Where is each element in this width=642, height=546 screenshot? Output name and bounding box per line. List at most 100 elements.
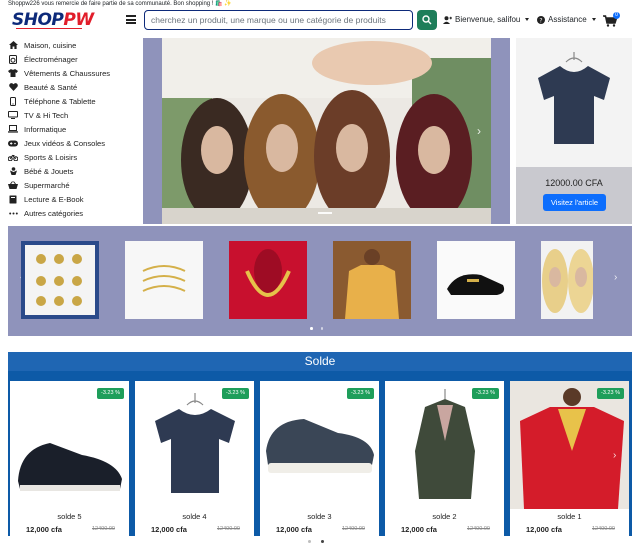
solde-product-name[interactable]: solde 5 bbox=[10, 512, 129, 521]
sidebar-item-vetements[interactable]: Vêtements & Chaussures bbox=[8, 66, 142, 80]
sidebar-item-lecture[interactable]: Lecture & E-Book bbox=[8, 192, 142, 206]
solde-product-image bbox=[260, 381, 379, 509]
carousel-item-loafers[interactable] bbox=[437, 241, 515, 319]
featured-product-footer: 12000.00 CFA Visitez l'article bbox=[516, 167, 632, 224]
carousel-indicator[interactable] bbox=[310, 327, 313, 330]
hero-carousel-indicators bbox=[318, 212, 332, 214]
discount-badge: -3.23 % bbox=[472, 388, 499, 399]
carousel-item-earrings[interactable] bbox=[21, 241, 99, 319]
appliance-icon bbox=[8, 54, 18, 64]
solde-product-image bbox=[385, 381, 504, 509]
sidebar-item-supermarche[interactable]: Supermarché bbox=[8, 178, 142, 192]
baby-icon bbox=[8, 167, 18, 176]
solde-product-image bbox=[510, 381, 629, 509]
sidebar-item-informatique[interactable]: Informatique bbox=[8, 122, 142, 136]
solde-product-image bbox=[135, 381, 254, 509]
assistance-menu[interactable]: ? Assistance bbox=[537, 15, 596, 24]
solde-card[interactable]: -3.23 % solde 3 12,000 cfa 12400.00 bbox=[260, 381, 379, 536]
carousel-indicators bbox=[310, 327, 323, 330]
solde-product-price: 12,000 cfa bbox=[276, 525, 312, 534]
solde-product-name[interactable]: solde 2 bbox=[385, 512, 504, 521]
carousel-item-bracelets[interactable] bbox=[125, 241, 203, 319]
solde-product-name[interactable]: solde 1 bbox=[510, 512, 629, 521]
sidebar-item-autres[interactable]: Autres catégories bbox=[8, 206, 142, 220]
tv-icon bbox=[8, 111, 18, 120]
welcome-banner: Shoppw226 vous remercie de faire partie … bbox=[8, 1, 232, 7]
carousel-item-blonde-wig[interactable] bbox=[541, 241, 593, 319]
chevron-right-icon[interactable]: › bbox=[614, 272, 617, 283]
sidebar-item-beaute[interactable]: Beauté & Santé bbox=[8, 80, 142, 94]
solde-product-name[interactable]: solde 3 bbox=[260, 512, 379, 521]
sidebar-item-maison[interactable]: Maison, cuisine bbox=[8, 38, 142, 52]
solde-carousel-indicators bbox=[308, 540, 324, 543]
discount-badge: -3.23 % bbox=[597, 388, 624, 399]
shirt-icon bbox=[8, 69, 18, 78]
laptop-icon bbox=[8, 125, 18, 134]
solde-product-price: 12,000 cfa bbox=[151, 525, 187, 534]
solde-card[interactable]: -3.23 % solde 2 12,000 cfa 12400.00 bbox=[385, 381, 504, 536]
featured-product-price: 12000.00 CFA bbox=[545, 178, 603, 188]
menu-toggle-icon[interactable] bbox=[126, 15, 136, 24]
site-logo[interactable]: SHOPPW bbox=[12, 10, 94, 34]
solde-old-price: 12400.00 bbox=[342, 526, 365, 532]
sidebar-item-label: Lecture & E-Book bbox=[24, 194, 84, 204]
search-input[interactable] bbox=[144, 10, 413, 30]
sidebar-item-label: Téléphone & Tablette bbox=[24, 96, 96, 106]
solde-old-price: 12400.00 bbox=[92, 526, 115, 532]
carousel-item-boubou[interactable] bbox=[333, 241, 411, 319]
hero-carousel[interactable]: › bbox=[143, 38, 510, 224]
chevron-left-icon[interactable]: ‹ bbox=[18, 450, 21, 461]
solde-card[interactable]: -3.23 % solde 4 12,000 cfa 12400.00 bbox=[135, 381, 254, 536]
solde-card[interactable]: -3.23 % solde 5 12,000 cfa 12400.00 bbox=[10, 381, 129, 536]
carousel-indicator[interactable] bbox=[308, 540, 311, 543]
assistance-label: Assistance bbox=[548, 15, 587, 24]
book-icon bbox=[8, 195, 18, 204]
sidebar-item-jeux[interactable]: Jeux vidéos & Consoles bbox=[8, 136, 142, 150]
solde-product-price: 12,000 cfa bbox=[401, 525, 437, 534]
carousel-indicator[interactable] bbox=[321, 540, 324, 543]
chevron-right-icon[interactable]: › bbox=[613, 450, 616, 461]
solde-old-price: 12400.00 bbox=[217, 526, 240, 532]
visit-article-button[interactable]: Visitez l'article bbox=[543, 194, 606, 211]
site-header: SHOPPW Bienvenue, salifou ? Assistance 0 bbox=[0, 9, 642, 36]
user-icon bbox=[443, 15, 452, 24]
solde-product-image bbox=[10, 381, 129, 509]
discount-badge: -3.23 % bbox=[222, 388, 249, 399]
featured-product-card[interactable]: 12000.00 CFA Visitez l'article bbox=[516, 38, 632, 224]
svg-text:?: ? bbox=[539, 17, 542, 24]
sidebar-item-electromenager[interactable]: Électroménager bbox=[8, 52, 142, 66]
user-menu[interactable]: Bienvenue, salifou bbox=[443, 15, 530, 24]
sidebar-item-sports[interactable]: Sports & Loisirs bbox=[8, 150, 142, 164]
home-icon bbox=[8, 41, 18, 50]
question-icon: ? bbox=[537, 15, 545, 24]
discount-badge: -3.23 % bbox=[347, 388, 374, 399]
carousel-indicator[interactable] bbox=[318, 212, 332, 214]
logo-wordmark: SHOPPW bbox=[12, 10, 94, 30]
logo-main-text: SHOP bbox=[12, 10, 64, 30]
search-button[interactable] bbox=[417, 10, 437, 30]
carousel-indicator[interactable] bbox=[320, 327, 323, 330]
user-menu-label: Bienvenue, salifou bbox=[455, 15, 521, 24]
solde-product-price: 12,000 cfa bbox=[26, 525, 62, 534]
logo-accent-text: PW bbox=[63, 10, 94, 30]
carousel-item-necklace[interactable] bbox=[229, 241, 307, 319]
sidebar-item-label: Maison, cuisine bbox=[24, 40, 77, 50]
solde-product-price: 12,000 cfa bbox=[526, 525, 562, 534]
sidebar-item-label: Supermarché bbox=[24, 180, 70, 190]
chevron-right-icon[interactable]: › bbox=[477, 124, 481, 138]
sidebar-item-tv[interactable]: TV & Hi Tech bbox=[8, 108, 142, 122]
sidebar-item-telephone[interactable]: Téléphone & Tablette bbox=[8, 94, 142, 108]
product-thumbnails-carousel[interactable]: ‹ › bbox=[8, 226, 632, 336]
hero-image-wigs bbox=[162, 38, 491, 224]
sidebar-item-label: Bébé & Jouets bbox=[24, 166, 74, 176]
featured-product-image bbox=[516, 38, 632, 167]
heart-icon bbox=[8, 83, 18, 92]
chevron-down-icon bbox=[591, 18, 596, 21]
solde-old-price: 12400.00 bbox=[592, 526, 615, 532]
sidebar-item-label: Jeux vidéos & Consoles bbox=[24, 138, 106, 148]
sidebar-item-bebe[interactable]: Bébé & Jouets bbox=[8, 164, 142, 178]
sidebar-item-label: Beauté & Santé bbox=[24, 82, 78, 92]
solde-card[interactable]: -3.23 % solde 1 12,000 cfa 12400.00 bbox=[510, 381, 629, 536]
sidebar-item-label: Autres catégories bbox=[24, 208, 84, 218]
solde-product-name[interactable]: solde 4 bbox=[135, 512, 254, 521]
